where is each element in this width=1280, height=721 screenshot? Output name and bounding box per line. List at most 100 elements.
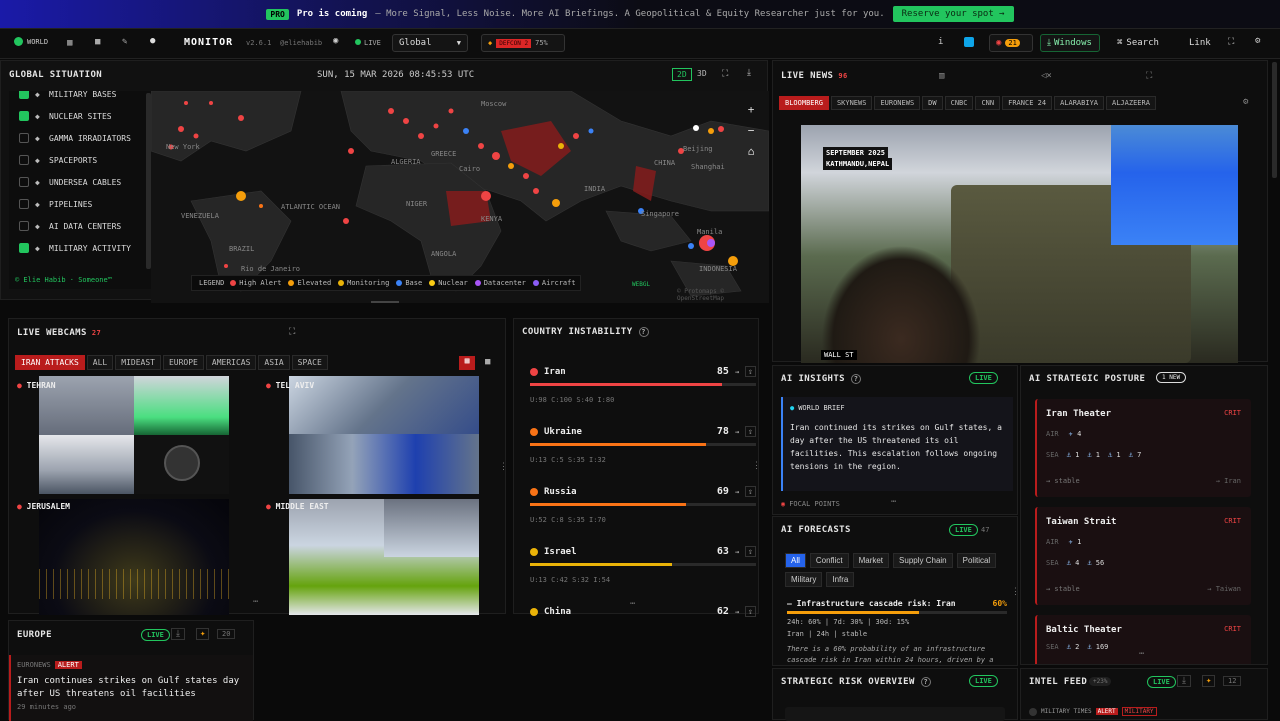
mode-3d-button[interactable]: 3D	[697, 69, 707, 78]
country-row[interactable]: Russia 69 → ⇪ U:52 C:8 S:35 I:70	[530, 486, 756, 524]
resize-icon[interactable]: ⋮	[1011, 587, 1017, 597]
tv-icon[interactable]: ■	[95, 37, 100, 47]
tab-channel-7[interactable]: ALARABIYA	[1054, 96, 1104, 110]
layer-toggle[interactable]: ◆ PIPELINES	[9, 193, 151, 215]
expand-icon[interactable]: ⛶	[289, 327, 295, 337]
forecast-filter[interactable]: Political	[956, 553, 997, 568]
country-row[interactable]: Ukraine 78 → ⇪ U:13 C:5 S:35 I:32	[530, 426, 756, 464]
tab-channel-0[interactable]: BLOOMBERG	[779, 96, 829, 110]
more-icon[interactable]: ⋯	[891, 497, 896, 507]
forecast-filter[interactable]: All	[785, 553, 806, 568]
single-view-icon[interactable]: ■	[485, 357, 490, 367]
resize-icon[interactable]: ⋮	[752, 461, 761, 471]
checkbox[interactable]	[19, 91, 29, 99]
windows-button[interactable]: ⤓ Windows	[1040, 34, 1100, 52]
theater-card[interactable]: Iran Theater CRIT AIR ✈ 4 SEA ⚓ 1 ⚓ 1 ⚓ 1 ⚓ 7 → s…	[1035, 399, 1251, 497]
forecast-filter[interactable]: Market	[852, 553, 890, 568]
zoom-in-icon[interactable]: +	[748, 103, 755, 116]
share-icon[interactable]: ⇪	[745, 546, 756, 557]
news-video[interactable]: SEPTEMBER 2025 KATHMANDU,NEPAL WALL ST	[801, 125, 1238, 363]
sparkle-icon[interactable]: ✦	[1202, 675, 1216, 687]
gear-icon[interactable]: ⚙	[1255, 36, 1260, 46]
layer-scrollbar[interactable]	[146, 93, 151, 269]
checkbox[interactable]	[19, 199, 29, 209]
grid-view-icon[interactable]: ▦	[459, 356, 475, 370]
checkbox[interactable]	[19, 221, 29, 231]
expand-icon[interactable]: ⛶	[1146, 71, 1152, 81]
forecast-item[interactable]: — Infrastructure cascade risk: Iran 60% 2…	[787, 599, 1007, 665]
tools-icon[interactable]: ✎	[122, 37, 127, 47]
expand-icon[interactable]: ⛶	[722, 69, 728, 79]
tab-webcam-6[interactable]: SPACE	[291, 355, 328, 370]
defcon-indicator[interactable]: ◆ DEFCON 2 75%	[481, 34, 565, 52]
gear-icon[interactable]: ⚙	[1243, 97, 1248, 107]
forecast-filter[interactable]: Conflict	[809, 553, 849, 568]
search-button[interactable]: ⌘ Search	[1117, 38, 1159, 48]
share-icon[interactable]: ⇪	[745, 486, 756, 497]
resize-handle[interactable]	[371, 301, 399, 303]
author-handle[interactable]: @eliehabib	[280, 39, 322, 47]
tab-channel-6[interactable]: FRANCE 24	[1002, 96, 1053, 110]
link-button[interactable]: Link	[1189, 38, 1211, 48]
fullscreen-icon[interactable]: ⛶	[1228, 37, 1234, 47]
home-icon[interactable]: ⌂	[748, 145, 755, 158]
webcam-middle-east[interactable]	[289, 499, 479, 615]
page-scrollbar[interactable]	[1272, 62, 1277, 178]
tab-webcam-1[interactable]: ALL	[86, 355, 114, 370]
download-icon[interactable]: ⤓	[171, 628, 185, 640]
info-icon[interactable]: i	[938, 37, 943, 47]
webcam-tehran[interactable]	[39, 376, 229, 494]
forecast-filter[interactable]: Infra	[826, 572, 855, 587]
notifications-button[interactable]: ◉ 21	[989, 34, 1033, 52]
mute-icon[interactable]: ◁×	[1041, 71, 1052, 81]
share-icon[interactable]: ⇪	[745, 426, 756, 437]
help-icon[interactable]: ?	[638, 327, 649, 337]
checkbox[interactable]	[19, 111, 29, 121]
layer-toggle[interactable]: ◆ SPACEPORTS	[9, 149, 151, 171]
share-icon[interactable]: ⇪	[745, 606, 756, 617]
download-icon[interactable]: ⤓	[747, 68, 751, 78]
forecast-filter[interactable]: Military	[785, 572, 823, 587]
tab-channel-8[interactable]: ALJAZEERA	[1106, 96, 1156, 110]
tab-channel-4[interactable]: CNBC	[944, 96, 974, 110]
layer-toggle[interactable]: ◆ NUCLEAR SITES	[9, 105, 151, 127]
tab-webcam-0[interactable]: IRAN ATTACKS	[15, 355, 85, 370]
country-row[interactable]: Israel 63 → ⇪ U:13 C:42 S:32 I:54	[530, 546, 756, 584]
pause-icon[interactable]: ▥	[939, 71, 944, 81]
help-icon[interactable]: ?	[920, 677, 931, 687]
more-icon[interactable]: ⋯	[630, 599, 635, 609]
resize-icon[interactable]: ⋮	[499, 462, 508, 472]
mode-2d-button[interactable]: 2D	[672, 68, 692, 81]
layer-toggle[interactable]: ◆ MILITARY BASES	[9, 91, 151, 105]
layer-toggle[interactable]: ◆ UNDERSEA CABLES	[9, 171, 151, 193]
theater-card[interactable]: Taiwan Strait CRIT AIR ✈ 1 SEA ⚓ 4 ⚓ 56 → stabl…	[1035, 507, 1251, 605]
github-icon[interactable]: ◉	[333, 36, 338, 46]
webcam-jerusalem[interactable]	[39, 499, 229, 615]
checkbox[interactable]	[19, 155, 29, 165]
world-toggle[interactable]: WORLD	[14, 37, 48, 46]
world-map[interactable]: Moscow New York Cairo Beijing Shanghai I…	[151, 91, 769, 303]
app-icon[interactable]	[964, 37, 974, 47]
tab-webcam-5[interactable]: ASIA	[258, 355, 290, 370]
news-headline[interactable]: Iran continues strikes on Gulf states da…	[17, 675, 243, 701]
focal-points[interactable]: ◉ FOCAL POINTS	[781, 500, 840, 508]
help-icon[interactable]: ?	[851, 374, 862, 384]
tab-webcam-2[interactable]: MIDEAST	[115, 355, 161, 370]
sparkle-icon[interactable]: ✦	[196, 628, 210, 640]
forecast-filter[interactable]: Supply Chain	[893, 553, 953, 568]
download-icon[interactable]: ⤓	[1177, 675, 1191, 687]
tab-channel-3[interactable]: DW	[922, 96, 943, 110]
moon-icon[interactable]: ●	[150, 36, 155, 46]
checkbox[interactable]	[19, 133, 29, 143]
layer-toggle[interactable]: ◆ GAMMA IRRADIATORS	[9, 127, 151, 149]
webcam-tel-aviv[interactable]	[289, 376, 479, 494]
tab-webcam-4[interactable]: AMERICAS	[205, 355, 257, 370]
country-row[interactable]: Iran 85 → ⇪ U:98 C:100 S:40 I:80	[530, 366, 756, 404]
layer-toggle[interactable]: ◆ AI DATA CENTERS	[9, 215, 151, 237]
tab-channel-1[interactable]: SKYNEWS	[830, 96, 873, 110]
country-row[interactable]: China 62 → ⇪	[530, 606, 756, 617]
tab-channel-5[interactable]: CNN	[975, 96, 1001, 110]
tab-webcam-3[interactable]: EUROPE	[162, 355, 204, 370]
tab-channel-2[interactable]: EURONEWS	[874, 96, 921, 110]
grid-icon[interactable]: ▦	[67, 38, 72, 48]
